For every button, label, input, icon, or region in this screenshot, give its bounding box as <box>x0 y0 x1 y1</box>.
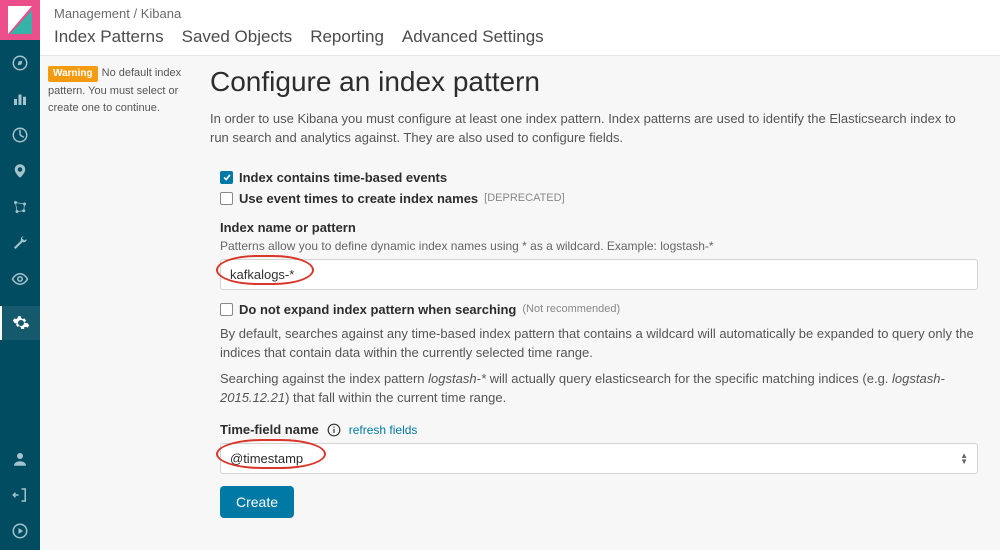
checkbox-no-expand[interactable] <box>220 303 233 316</box>
checkbox-event-times-row[interactable]: Use event times to create index names [D… <box>220 191 978 206</box>
collapse-icon[interactable] <box>11 522 29 540</box>
page-description: In order to use Kibana you must configur… <box>210 110 978 148</box>
devtools-icon[interactable] <box>11 234 29 252</box>
not-recommended-tag: (Not recommended) <box>522 303 620 315</box>
gear-icon <box>12 314 30 332</box>
logout-icon[interactable] <box>11 486 29 504</box>
expand-help-para-1: By default, searches against any time-ba… <box>220 325 978 363</box>
monitoring-icon[interactable] <box>11 270 29 288</box>
expand-help-para-2: Searching against the index pattern logs… <box>220 370 978 408</box>
management-nav-item[interactable] <box>0 306 40 340</box>
tab-advanced-settings[interactable]: Advanced Settings <box>402 27 544 47</box>
main-panel: Management / Kibana Index Patterns Saved… <box>40 0 1000 550</box>
timefield-value: @timestamp <box>230 451 303 466</box>
info-icon[interactable] <box>327 423 341 437</box>
checkbox-event-times-label: Use event times to create index names <box>239 191 478 206</box>
select-chevron-icon: ▲▼ <box>960 453 968 465</box>
checkbox-event-times[interactable] <box>220 192 233 205</box>
tab-index-patterns[interactable]: Index Patterns <box>54 27 164 47</box>
index-name-hint: Patterns allow you to define dynamic ind… <box>220 239 978 253</box>
index-name-input[interactable] <box>220 259 978 290</box>
checkbox-time-based[interactable] <box>220 171 233 184</box>
timefield-label: Time-field name <box>220 422 319 437</box>
timelion-icon[interactable] <box>11 162 29 180</box>
create-button[interactable]: Create <box>220 486 294 518</box>
discover-icon[interactable] <box>11 54 29 72</box>
checkbox-no-expand-label: Do not expand index pattern when searchi… <box>239 302 516 317</box>
deprecated-tag: [DEPRECATED] <box>484 192 564 204</box>
tab-reporting[interactable]: Reporting <box>310 27 384 47</box>
breadcrumb-page[interactable]: Kibana <box>141 6 181 21</box>
checkbox-time-based-label: Index contains time-based events <box>239 170 447 185</box>
refresh-fields-link[interactable]: refresh fields <box>349 423 418 437</box>
breadcrumb: Management / Kibana <box>54 0 986 23</box>
subtabs: Index Patterns Saved Objects Reporting A… <box>54 23 986 55</box>
side-rail <box>0 0 40 550</box>
content-area: Configure an index pattern In order to u… <box>200 56 1000 550</box>
index-name-label: Index name or pattern <box>220 220 978 235</box>
kibana-logo[interactable] <box>0 0 40 40</box>
checkbox-time-based-row[interactable]: Index contains time-based events <box>220 170 978 185</box>
checkbox-no-expand-row[interactable]: Do not expand index pattern when searchi… <box>220 302 978 317</box>
page-title: Configure an index pattern <box>210 66 978 98</box>
warning-badge: Warning <box>48 66 98 82</box>
tab-saved-objects[interactable]: Saved Objects <box>182 27 293 47</box>
timefield-select[interactable]: @timestamp ▲▼ <box>220 443 978 474</box>
visualize-icon[interactable] <box>11 90 29 108</box>
top-bar: Management / Kibana Index Patterns Saved… <box>40 0 1000 56</box>
warning-sidebar: WarningNo default index pattern. You mus… <box>40 56 200 550</box>
graph-icon[interactable] <box>11 198 29 216</box>
dashboard-icon[interactable] <box>11 126 29 144</box>
breadcrumb-section[interactable]: Management <box>54 6 130 21</box>
user-icon[interactable] <box>11 450 29 468</box>
